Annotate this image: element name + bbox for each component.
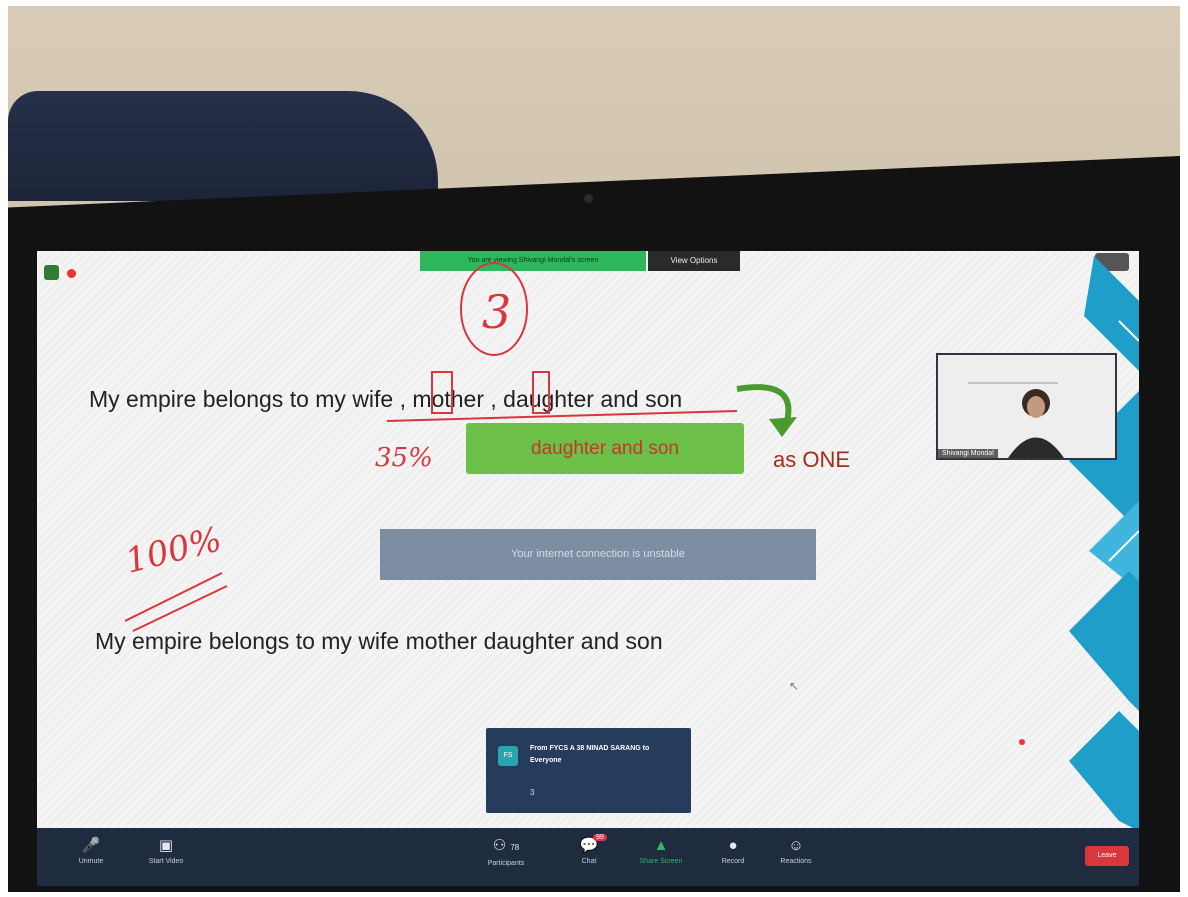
comma-marker-1 (431, 371, 453, 414)
share-screen-icon: ▲ (653, 837, 669, 854)
chat-label: Chat (581, 858, 597, 865)
participants-icon: ⚇ 78 (492, 837, 520, 854)
webcam (584, 194, 593, 203)
video-camera-icon: ▣ (158, 837, 174, 854)
share-screen-label: Share Screen (639, 858, 683, 865)
meeting-toolbar: 🎤 Unmute ▣ Start Video ⚇ 78 Participants… (37, 828, 1139, 886)
participants-count: 78 (510, 843, 520, 852)
record-icon: ● (728, 837, 738, 854)
double-underline-1 (124, 572, 223, 622)
chat-button[interactable]: 99 💬 Chat (555, 834, 623, 882)
microphone-icon: 🎤 (81, 837, 101, 854)
chat-avatar: FS (498, 746, 518, 766)
laser-pointer (1019, 739, 1025, 745)
record-label: Record (721, 858, 745, 865)
circled-number-digit: 3 (482, 285, 511, 339)
chat-sender: From FYCS A 38 NINAD SARANG to Everyone (530, 745, 650, 764)
start-video-button[interactable]: ▣ Start Video (132, 834, 200, 882)
chat-bubble-icon: 💬 (579, 837, 599, 854)
laptop-screen: You are viewing Shivangi Mondal's screen… (37, 251, 1139, 886)
participants-label: Participants (487, 860, 525, 867)
unmute-button[interactable]: 🎤 Unmute (57, 834, 125, 882)
arrow-head (769, 417, 797, 437)
record-button[interactable]: ● Record (699, 834, 767, 882)
percent-left: 100% (122, 519, 226, 581)
share-screen-button[interactable]: ▲ Share Screen (627, 834, 695, 882)
participants-button[interactable]: ⚇ 78 Participants (472, 834, 540, 882)
unmute-label: Unmute (78, 858, 104, 865)
reactions-icon: ☺ (788, 837, 804, 854)
background-bag (8, 91, 438, 201)
leave-button[interactable]: Leave (1085, 846, 1129, 866)
photo-scene: You are viewing Shivangi Mondal's screen… (8, 6, 1180, 892)
reactions-label: Reactions (780, 858, 812, 865)
percent-top: 35% (375, 443, 433, 473)
comma-marker-2 (532, 371, 550, 414)
reactions-button[interactable]: ☺ Reactions (762, 834, 830, 882)
mouse-cursor: ↖ (789, 679, 800, 693)
chat-message: 3 (530, 788, 535, 797)
start-video-label: Start Video (148, 858, 184, 865)
curved-arrow (736, 384, 792, 422)
chat-notification[interactable]: FS From FYCS A 38 NINAD SARANG to Everyo… (486, 728, 691, 813)
chat-badge: 99 (593, 834, 607, 841)
